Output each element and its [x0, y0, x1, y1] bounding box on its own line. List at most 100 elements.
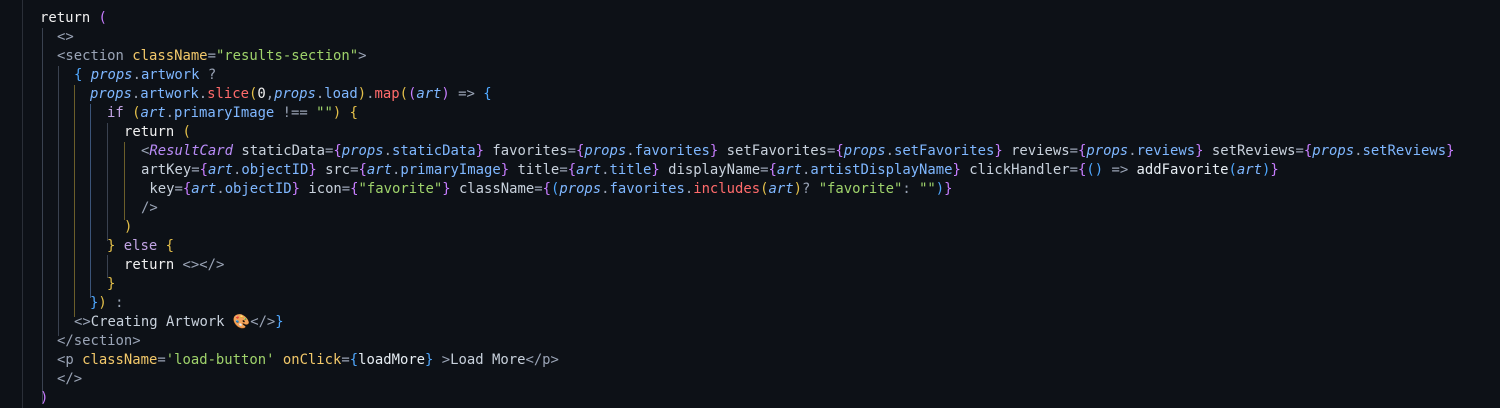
code-token: artwork — [140, 86, 199, 102]
code-token: setReviews — [1211, 143, 1296, 159]
code-token: "results-section" — [215, 48, 359, 64]
code-token: src — [325, 162, 351, 178]
code-line[interactable]: props.artwork.slice(0,props.load).map((a… — [90, 85, 492, 104]
code-token: } — [651, 162, 660, 178]
code-token: art — [207, 162, 234, 178]
code-token: > — [441, 352, 451, 368]
code-line[interactable]: <section className="results-section"> — [57, 47, 366, 66]
code-token: ) — [935, 181, 945, 197]
code-token: > — [358, 48, 367, 64]
code-line[interactable]: <p className='load-button' onClick={load… — [57, 351, 559, 370]
code-token: onClick — [282, 352, 342, 368]
code-token: </> — [57, 371, 83, 387]
code-token: clickHandler — [969, 162, 1070, 178]
code-token: addFavorite — [1136, 162, 1229, 178]
code-token: setFavorites — [893, 143, 995, 159]
code-line[interactable]: return ( — [124, 123, 191, 142]
code-token: } — [944, 181, 953, 197]
code-token: "favorite" — [358, 181, 443, 197]
code-token: art — [776, 162, 802, 178]
code-token: ( — [1228, 162, 1237, 178]
code-token: ) — [332, 105, 342, 121]
code-token: . — [198, 86, 208, 102]
code-line[interactable]: <> — [57, 28, 74, 47]
code-token: displayName — [668, 162, 761, 178]
gutter-divider — [22, 0, 23, 408]
code-token: { — [165, 238, 174, 254]
code-token: } — [1446, 143, 1455, 159]
code-token: { — [358, 162, 367, 178]
code-token: <> — [57, 29, 74, 45]
code-token: props — [341, 143, 384, 159]
code-token: . — [165, 105, 174, 121]
code-token: = — [350, 162, 359, 178]
code-line[interactable]: return ( — [40, 9, 107, 28]
code-token: art — [366, 162, 392, 178]
code-line[interactable]: </> — [57, 370, 82, 389]
code-token: => — [1103, 162, 1137, 178]
code-token: return — [40, 10, 99, 26]
code-token: if — [107, 105, 133, 121]
code-token: = — [559, 162, 568, 178]
code-token: 0 — [257, 86, 266, 102]
indent-guide — [124, 142, 125, 220]
code-line[interactable]: } — [107, 275, 115, 294]
code-line[interactable]: </section> — [57, 332, 141, 351]
code-token: } — [308, 162, 317, 178]
code-token: loadMore — [358, 352, 426, 368]
code-token: ) — [98, 295, 107, 311]
code-line[interactable]: <>Creating Artwork 🎨</>} — [74, 313, 284, 332]
code-editor[interactable]: return ( <> <section className="results-… — [0, 0, 1500, 408]
code-token: load — [324, 86, 358, 102]
code-token: } — [1270, 162, 1279, 178]
code-token: } — [475, 143, 484, 159]
code-token: . — [132, 67, 141, 83]
code-token: ) — [357, 86, 367, 102]
code-token: staticData — [241, 143, 326, 159]
code-token: art — [1236, 162, 1263, 178]
code-token: "" — [919, 181, 936, 197]
code-token: reviews — [1136, 143, 1196, 159]
code-token: Load More — [450, 352, 526, 368]
code-token: icon — [308, 181, 342, 197]
code-token: . — [131, 86, 141, 102]
code-line[interactable]: { props.artwork ? — [74, 66, 216, 85]
code-token: . — [601, 162, 610, 178]
code-token: } — [500, 162, 510, 178]
code-line[interactable]: } else { — [107, 237, 174, 256]
code-line[interactable]: artKey={art.objectID} src={art.primaryIm… — [141, 161, 1279, 180]
code-line[interactable]: }) : — [90, 294, 123, 313]
code-line[interactable]: <ResultCard staticData={props.staticData… — [141, 142, 1454, 161]
code-token: props — [584, 143, 627, 159]
code-line[interactable]: ) — [124, 218, 132, 237]
code-token: = — [1069, 162, 1078, 178]
code-line[interactable]: key={art.objectID} icon={"favorite"} cla… — [141, 180, 953, 199]
code-line[interactable]: ) — [40, 389, 48, 408]
code-line[interactable]: if (art.primaryImage !== "") { — [107, 104, 358, 123]
code-token: ) — [40, 390, 49, 406]
code-token: ( — [399, 86, 408, 102]
code-token: ) — [793, 181, 802, 197]
code-token: => — [449, 86, 484, 102]
code-token: ? — [801, 181, 819, 197]
code-token: props — [90, 67, 133, 83]
code-token: . — [1128, 143, 1137, 159]
code-token: </section> — [57, 333, 141, 349]
code-token: = — [207, 48, 216, 64]
code-line[interactable]: return <></> — [124, 256, 224, 275]
code-token: artKey — [141, 162, 192, 178]
code-token: art — [416, 86, 442, 102]
code-token: = — [567, 143, 577, 159]
code-token: 'load-button' — [165, 352, 275, 368]
code-token: { — [199, 162, 208, 178]
code-token: else — [115, 238, 166, 254]
code-line[interactable]: /> — [141, 199, 158, 218]
code-token: { — [835, 143, 844, 159]
code-token: /> — [141, 200, 158, 216]
code-token: artwork — [140, 67, 200, 83]
